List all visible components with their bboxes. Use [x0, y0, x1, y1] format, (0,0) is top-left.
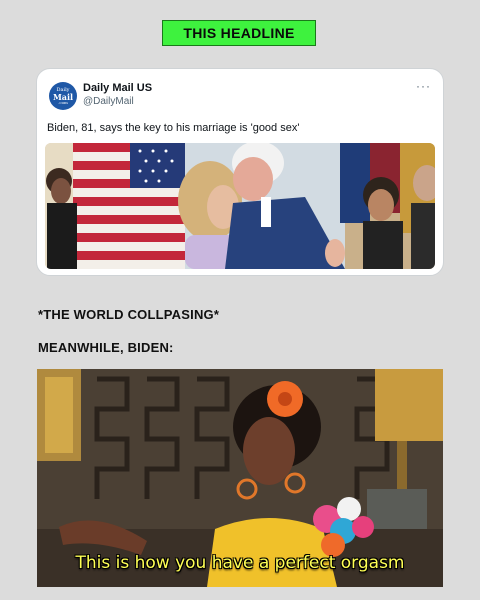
more-options-icon[interactable]: ···	[416, 79, 431, 93]
headline-banner: THIS HEADLINE	[162, 20, 316, 46]
daily-mail-avatar[interactable]: Daily Mail .com	[49, 82, 77, 110]
meme-caption: This is how you have a perfect orgasm	[75, 553, 405, 573]
tweet-photo-illustration	[45, 143, 435, 269]
account-name[interactable]: Daily Mail US	[83, 82, 152, 94]
headline-text: THIS HEADLINE	[183, 25, 295, 41]
account-handle[interactable]: @DailyMail	[83, 96, 134, 107]
tweet-card[interactable]: Daily Mail .com Daily Mail US @DailyMail…	[36, 68, 444, 276]
tweet-photo[interactable]	[45, 143, 435, 269]
meme-image: This is how you have a perfect orgasm	[37, 369, 443, 587]
tweet-text: Biden, 81, says the key to his marriage …	[47, 122, 300, 134]
meanwhile-biden-text: MEANWHILE, BIDEN:	[38, 340, 174, 355]
world-collapsing-text: *THE WORLD COLLPASING*	[38, 307, 220, 322]
